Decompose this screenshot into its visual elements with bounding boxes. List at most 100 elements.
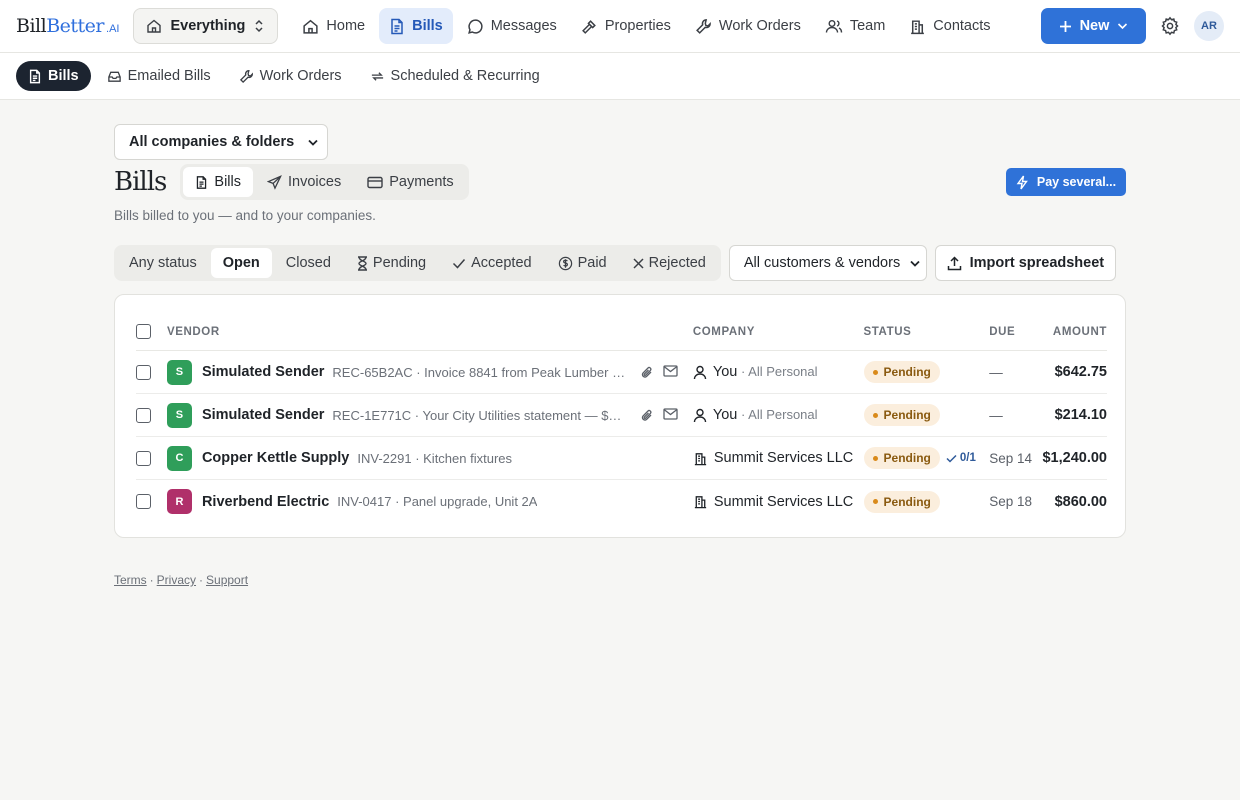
nav-team[interactable]: Team (815, 8, 895, 44)
subnav-work-orders-label: Work Orders (259, 68, 342, 84)
new-button[interactable]: New (1041, 8, 1146, 44)
vendor-cell: R Riverbend Electric INV-0417 · Panel upgr… (166, 489, 693, 514)
table-row[interactable]: S Simulated Sender REC-1E771C · Your City … (136, 394, 1107, 437)
status-dot (872, 499, 878, 504)
vendor-cell: S Simulated Sender REC-1E771C · Your City … (166, 402, 693, 428)
vendor-name[interactable]: Riverbend Electric (202, 494, 329, 510)
tab-bills[interactable]: Bills (183, 167, 253, 197)
column-header-vendor[interactable]: VENDOR (167, 326, 693, 338)
subnav-emailed-bills[interactable]: Emailed Bills (105, 61, 223, 91)
nav-work-orders[interactable]: Work Orders (685, 8, 811, 44)
bill-description: INV-0417 · Panel upgrade, Unit 2A (337, 494, 538, 509)
row-checkbox[interactable] (136, 450, 151, 466)
status-badge: Pending (863, 361, 940, 383)
vendor-name[interactable]: Simulated Sender (202, 364, 324, 380)
pay-several-button[interactable]: Pay several... (1006, 168, 1126, 196)
vendor-name[interactable]: Simulated Sender (202, 407, 324, 423)
row-checkbox[interactable] (136, 494, 151, 509)
bills-table: VENDOR COMPANY STATUS DUE AMOUNT S Simula… (114, 294, 1126, 538)
status-badge: Pending (863, 490, 940, 513)
footer-link-support[interactable]: Support (206, 573, 248, 587)
status-tab-open[interactable]: Open (210, 248, 272, 278)
column-header-company[interactable]: COMPANY (693, 326, 864, 338)
tab-invoices[interactable]: Invoices (255, 167, 353, 197)
vendor-filter-select[interactable]: All customers & vendors (728, 245, 927, 281)
nav-contacts[interactable]: Contacts (899, 8, 1000, 44)
x-icon (633, 257, 644, 269)
footer-link-terms[interactable]: Terms (114, 573, 147, 587)
table-row[interactable]: S Simulated Sender REC-65B2AC · Invoice 88… (136, 351, 1107, 394)
company-cell: You · All Personal (693, 407, 864, 423)
mail-icon[interactable] (663, 407, 679, 423)
status-tab-closed[interactable]: Closed (274, 248, 343, 278)
status-tab-paid[interactable]: Paid (546, 248, 619, 278)
nav-contacts-label: Contacts (933, 18, 991, 34)
gear-icon[interactable] (1160, 16, 1180, 36)
new-button-label: New (1079, 18, 1110, 34)
wrench-icon (239, 69, 254, 84)
row-checkbox[interactable] (136, 407, 151, 423)
footer-link-privacy[interactable]: Privacy (157, 573, 196, 587)
status-dot (872, 369, 878, 375)
column-header-amount[interactable]: AMOUNT (1039, 326, 1107, 338)
subnav-work-orders[interactable]: Work Orders (237, 61, 354, 91)
company-name: You (712, 364, 738, 380)
status-label: Pending (883, 365, 931, 379)
plus-icon (1059, 20, 1072, 33)
company-filter-select[interactable]: All companies & folders (114, 124, 328, 160)
row-checkbox[interactable] (136, 364, 151, 380)
nav-properties[interactable]: Properties (571, 8, 681, 44)
repeat-icon (370, 69, 385, 84)
status-tab-rejected[interactable]: Rejected (621, 248, 718, 278)
dollar-icon (558, 256, 573, 271)
page-subtitle: Bills billed to you — and to your compan… (114, 208, 376, 223)
due-date: Sep 18 (989, 494, 1033, 509)
table-row[interactable]: R Riverbend Electric INV-0417 · Panel upgr… (136, 480, 1107, 523)
select-all-checkbox[interactable] (136, 324, 151, 339)
nav-messages[interactable]: Messages (457, 8, 567, 44)
subnav-emailed-bills-label: Emailed Bills (127, 68, 211, 84)
status-cell: Pending (863, 361, 990, 383)
status-tab-closed-label: Closed (285, 255, 331, 271)
check-icon (946, 454, 957, 463)
import-spreadsheet-button[interactable]: Import spreadsheet (934, 245, 1116, 281)
subnav-bills[interactable]: Bills (16, 61, 91, 91)
nav-home[interactable]: Home (292, 8, 375, 44)
logo[interactable]: Bill Better .AI (16, 15, 119, 37)
status-dot (872, 455, 878, 461)
status-badge: Pending (863, 447, 940, 469)
mail-icon[interactable] (663, 364, 679, 380)
company-name: Summit Services LLC (713, 493, 854, 510)
nav-bills[interactable]: Bills (379, 8, 453, 44)
status-tab-pending[interactable]: Pending (345, 248, 438, 278)
status-tab-any[interactable]: Any status (117, 248, 209, 278)
column-header-status[interactable]: STATUS (864, 326, 990, 338)
table-row[interactable]: C Copper Kettle Supply INV-2291 · Kitchen … (136, 437, 1107, 480)
bill-description: REC-1E771C · Your City Utilities stateme… (332, 407, 629, 423)
main-nav: Home Bills Messages Properties Work Orde… (292, 8, 1000, 44)
status-tab-accepted[interactable]: Accepted (440, 248, 543, 278)
chevron-down-icon (910, 260, 920, 267)
workspace-switcher[interactable]: Everything (133, 8, 279, 44)
status-tab-rejected-label: Rejected (648, 255, 706, 271)
status-label: Pending (883, 494, 931, 509)
vendor-name[interactable]: Copper Kettle Supply (202, 450, 349, 466)
top-bar: Bill Better .AI Everything Home Bills Mess… (0, 0, 1240, 53)
subnav-scheduled-recurring[interactable]: Scheduled & Recurring (368, 61, 552, 91)
company-cell: Summit Services LLC (693, 494, 864, 510)
amount: $214.10 (1054, 407, 1107, 423)
sub-nav: Bills Emailed Bills Work Orders Schedule… (0, 53, 1240, 100)
paperclip-icon[interactable] (640, 408, 654, 423)
subnav-scheduled-recurring-label: Scheduled & Recurring (390, 68, 540, 84)
due-date: — (989, 364, 1003, 380)
pay-several-label: Pay several... (1036, 175, 1117, 189)
paperclip-icon[interactable] (640, 365, 654, 380)
nav-team-label: Team (849, 18, 886, 34)
company-folder: · All Personal (737, 364, 818, 379)
avatar[interactable]: AR (1194, 11, 1224, 41)
column-header-due[interactable]: DUE (989, 326, 1039, 338)
vendor-cell: S Simulated Sender REC-65B2AC · Invoice 88… (166, 359, 693, 385)
tab-payments[interactable]: Payments (355, 167, 465, 197)
status-tab-paid-label: Paid (577, 255, 607, 271)
logo-text-suffix: .AI (106, 23, 120, 35)
